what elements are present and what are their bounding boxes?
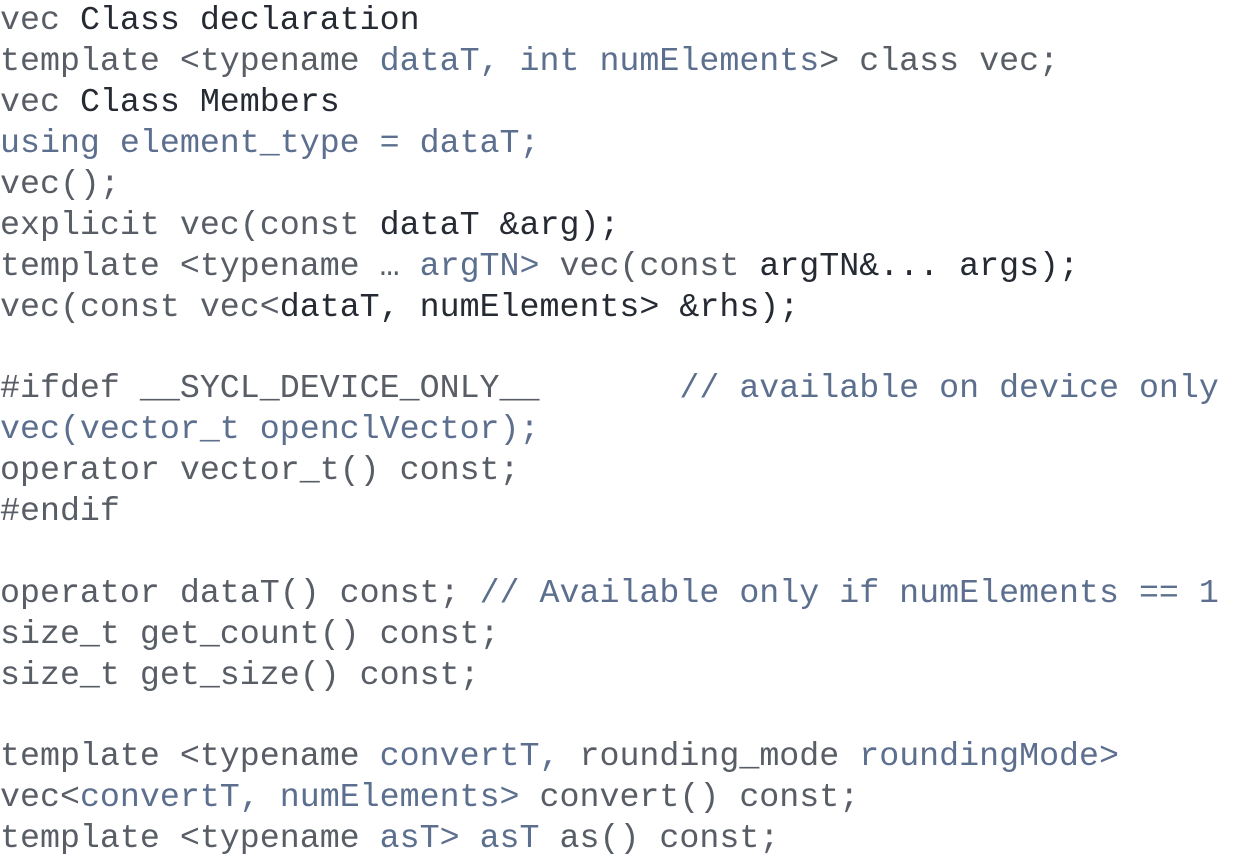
code-line: #endif [0, 491, 120, 531]
code-token: argTN> [419, 247, 560, 285]
code-token: > class vec; [819, 42, 1060, 80]
code-token: dataT, int numElements [379, 42, 820, 80]
code-token: convertT, [379, 737, 580, 775]
code-line: explicit vec(const dataT &arg); [0, 205, 619, 245]
code-token: convertT, numElements> [79, 778, 540, 816]
code-token: rounding_mode [579, 737, 860, 775]
code-token: operator vector_t() const; [0, 451, 520, 489]
code-token: vec(); [0, 165, 120, 203]
code-token: vec(const vec< [0, 288, 280, 326]
code-token: size_t get_count() const; [0, 615, 500, 653]
code-token: Class Members [79, 83, 340, 121]
code-token: #endif [0, 492, 120, 530]
code-token: dataT &arg); [379, 206, 620, 244]
code-token: template <typename [0, 737, 380, 775]
code-line: vec(); [0, 164, 120, 204]
code-token: convert() const; [539, 778, 860, 816]
code-token: roundingMode> [859, 737, 1119, 775]
code-token: operator dataT() const; [0, 574, 480, 612]
code-token: dataT, numElements> &rhs); [279, 288, 800, 326]
code-line: template <typename … argTN> vec(const ar… [0, 246, 1079, 286]
code-listing: vec Class declaration template <typename … [0, 0, 1242, 867]
code-line: operator vector_t() const; [0, 450, 520, 490]
code-token: asT> asT [379, 819, 560, 857]
code-line: template <typename asT> asT as() const; [0, 818, 779, 858]
code-line: vec<convertT, numElements> convert() con… [0, 777, 859, 817]
code-token: template <typename … [0, 247, 420, 285]
code-token: as() const; [559, 819, 780, 857]
code-token: // Available only if numElements == 1 [479, 574, 1219, 612]
code-token: vec< [0, 778, 80, 816]
code-token: Class declaration [79, 1, 420, 39]
code-line: #ifdef __SYCL_DEVICE_ONLY__ // available… [0, 368, 1219, 408]
code-line: template <typename convertT, rounding_mo… [0, 736, 1119, 776]
code-token: argTN&... args); [759, 247, 1080, 285]
code-token: // available on device only [679, 369, 1219, 407]
code-line: template <typename dataT, int numElement… [0, 41, 1059, 81]
code-token: vec [0, 1, 80, 39]
code-token: template <typename [0, 42, 380, 80]
code-line: vec Class declaration [0, 0, 420, 40]
code-line: operator dataT() const; // Available onl… [0, 573, 1219, 613]
code-line: using element_type = dataT; [0, 123, 540, 163]
code-token: explicit vec(const [0, 206, 380, 244]
code-token: vec [0, 83, 80, 121]
code-line: size_t get_size() const; [0, 655, 480, 695]
code-line: vec(vector_t openclVector); [0, 409, 540, 449]
code-token: #ifdef __SYCL_DEVICE_ONLY__ [0, 369, 540, 407]
code-line: size_t get_count() const; [0, 614, 500, 654]
code-token: using element_type = dataT; [0, 124, 540, 162]
code-token: vec(const [559, 247, 760, 285]
code-line: vec(const vec<dataT, numElements> &rhs); [0, 287, 799, 327]
code-token: template <typename [0, 819, 380, 857]
code-token: vec(vector_t openclVector); [0, 410, 540, 448]
code-line: vec Class Members [0, 82, 340, 122]
code-token: size_t get_size() const; [0, 656, 480, 694]
